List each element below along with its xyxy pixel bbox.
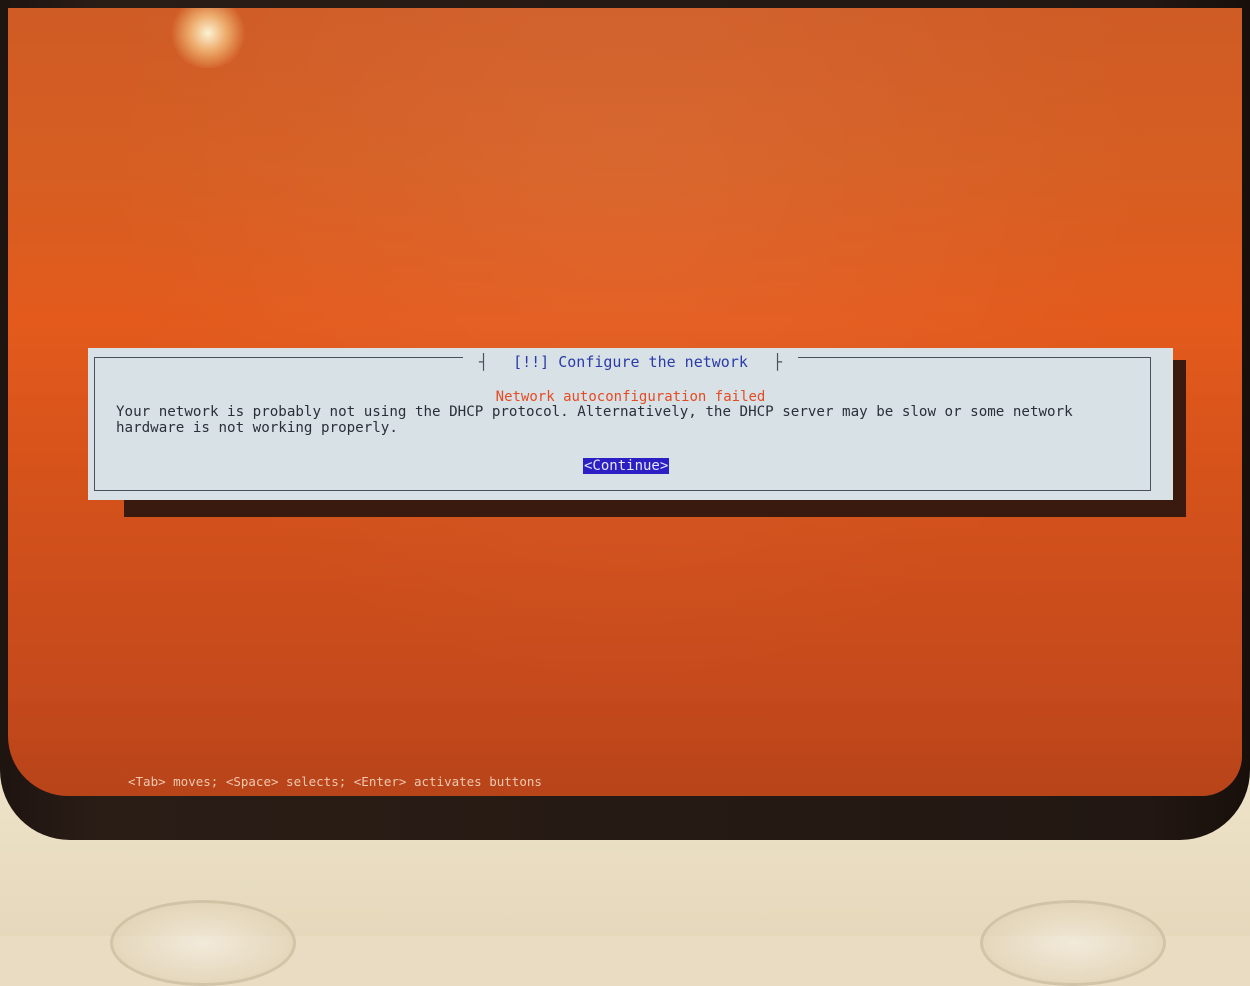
configure-network-dialog: ┤ [!!] Configure the network ├ Network a… bbox=[88, 348, 1173, 500]
message-line-1: Your network is probably not using the D… bbox=[116, 404, 1073, 420]
continue-button[interactable]: <Continue> bbox=[583, 458, 670, 474]
message-line-2: hardware is not working properly. bbox=[116, 420, 398, 436]
right-case-knob bbox=[980, 900, 1166, 986]
installer-screen: ┤ [!!] Configure the network ├ Network a… bbox=[8, 8, 1242, 796]
title-left-bar: ┤ bbox=[471, 353, 497, 371]
keyboard-hint-statusbar: <Tab> moves; <Space> selects; <Enter> ac… bbox=[128, 774, 542, 789]
light-glare bbox=[168, 8, 248, 68]
monitor-bezel: ┤ [!!] Configure the network ├ Network a… bbox=[0, 0, 1250, 840]
dialog-message: Your network is probably not using the D… bbox=[116, 404, 1156, 436]
dialog-title-text: [!!] Configure the network bbox=[505, 353, 756, 371]
title-right-bar: ├ bbox=[764, 353, 790, 371]
left-case-knob bbox=[110, 900, 296, 986]
dialog-title: ┤ [!!] Configure the network ├ bbox=[88, 353, 1173, 371]
dialog-subtitle: Network autoconfiguration failed bbox=[495, 389, 766, 405]
